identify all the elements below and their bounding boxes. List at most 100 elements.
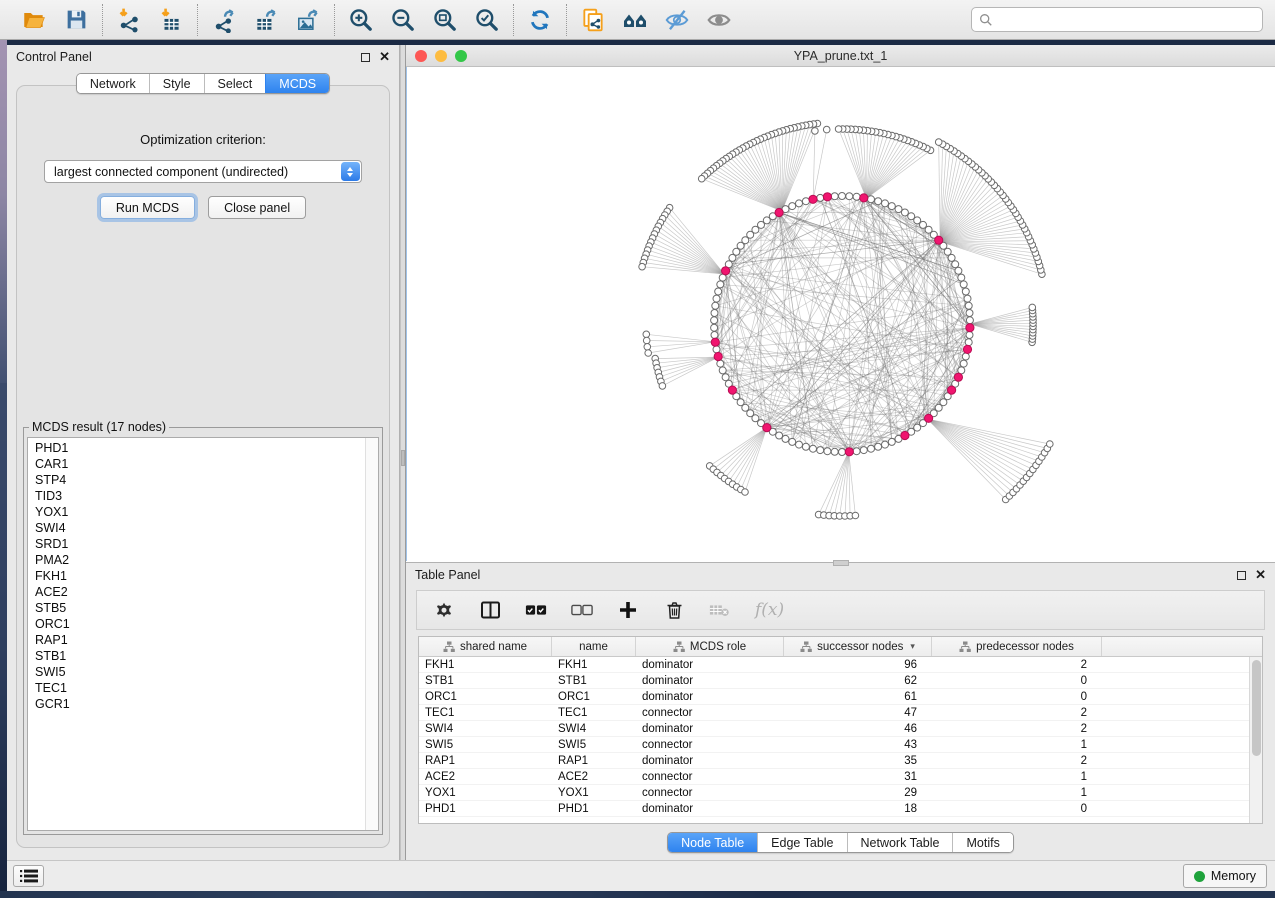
delete-column-icon[interactable]: [663, 599, 685, 621]
tab-select[interactable]: Select: [204, 74, 266, 93]
task-history-button[interactable]: [13, 865, 44, 887]
mcds-result-item[interactable]: STP4: [35, 472, 378, 488]
mcds-hub-node[interactable]: [722, 267, 730, 275]
ring-node[interactable]: [713, 295, 720, 302]
close-icon[interactable]: ✕: [379, 52, 390, 62]
mcds-result-item[interactable]: STB5: [35, 600, 378, 616]
ring-node[interactable]: [888, 438, 895, 445]
ring-node[interactable]: [875, 198, 882, 205]
ring-node[interactable]: [846, 193, 853, 200]
column-header-successor-nodes[interactable]: successor nodes▾: [784, 637, 932, 656]
ring-node[interactable]: [966, 310, 973, 317]
mcds-hub-node[interactable]: [775, 208, 783, 216]
ring-node[interactable]: [712, 302, 719, 309]
deselect-all-checkboxes-icon[interactable]: [571, 599, 593, 621]
add-column-icon[interactable]: [617, 599, 639, 621]
satellite-node[interactable]: [698, 175, 705, 182]
ring-node[interactable]: [817, 447, 824, 454]
open-folder-icon[interactable]: [21, 7, 47, 33]
satellite-node[interactable]: [645, 350, 652, 357]
ring-node[interactable]: [962, 288, 969, 295]
ring-node[interactable]: [952, 261, 959, 268]
table-row[interactable]: ACE2ACE2connector311: [419, 769, 1262, 785]
ring-node[interactable]: [860, 447, 867, 454]
mcds-result-item[interactable]: SWI5: [35, 664, 378, 680]
satellite-node[interactable]: [852, 512, 859, 519]
mcds-hub-node[interactable]: [809, 195, 817, 203]
window-close-icon[interactable]: [415, 50, 427, 62]
column-header-MCDS-role[interactable]: MCDS role: [636, 637, 784, 656]
ring-node[interactable]: [717, 281, 724, 288]
ring-node[interactable]: [733, 248, 740, 255]
mcds-hub-node[interactable]: [860, 194, 868, 202]
tab-style[interactable]: Style: [149, 74, 204, 93]
mcds-result-item[interactable]: SWI4: [35, 520, 378, 536]
ring-node[interactable]: [824, 448, 831, 455]
scrollbar-thumb[interactable]: [1252, 660, 1261, 756]
mcds-hub-node[interactable]: [728, 386, 736, 394]
ring-node[interactable]: [962, 353, 969, 360]
tab-network[interactable]: Network: [77, 74, 149, 93]
mcds-result-item[interactable]: ORC1: [35, 616, 378, 632]
ring-node[interactable]: [960, 360, 967, 367]
satellite-node[interactable]: [835, 126, 842, 133]
column-header-name[interactable]: name: [552, 637, 636, 656]
ring-node[interactable]: [789, 438, 796, 445]
ring-node[interactable]: [711, 317, 718, 324]
tab-mcds[interactable]: MCDS: [265, 74, 329, 93]
refresh-layout-icon[interactable]: [527, 7, 553, 33]
memory-button[interactable]: Memory: [1183, 864, 1267, 888]
window-minimize-icon[interactable]: [435, 50, 447, 62]
criterion-dropdown[interactable]: largest connected component (undirected): [44, 160, 362, 183]
column-header-predecessor-nodes[interactable]: predecessor nodes: [932, 637, 1102, 656]
ring-node[interactable]: [964, 295, 971, 302]
ring-node[interactable]: [853, 448, 860, 455]
table-tab-edge-table[interactable]: Edge Table: [757, 833, 846, 852]
ring-node[interactable]: [796, 441, 803, 448]
ring-node[interactable]: [965, 302, 972, 309]
ring-node[interactable]: [882, 441, 889, 448]
search-input[interactable]: [998, 12, 1255, 28]
ring-node[interactable]: [839, 193, 846, 200]
ring-node[interactable]: [737, 399, 744, 406]
network-canvas[interactable]: [406, 67, 1275, 561]
mcds-result-item[interactable]: CAR1: [35, 456, 378, 472]
window-maximize-icon[interactable]: [455, 50, 467, 62]
ring-node[interactable]: [789, 203, 796, 210]
table-tab-node-table[interactable]: Node Table: [668, 833, 757, 852]
mcds-hub-node[interactable]: [845, 448, 853, 456]
zoom-fit-icon[interactable]: [432, 7, 458, 33]
satellite-node[interactable]: [1047, 441, 1054, 448]
mcds-result-item[interactable]: PMA2: [35, 552, 378, 568]
table-row[interactable]: SWI5SWI5connector431: [419, 737, 1262, 753]
satellite-node[interactable]: [643, 337, 650, 344]
clone-network-icon[interactable]: [580, 7, 606, 33]
ring-node[interactable]: [782, 435, 789, 442]
ring-node[interactable]: [810, 445, 817, 452]
ring-node[interactable]: [711, 324, 718, 331]
ring-node[interactable]: [796, 200, 803, 207]
ring-node[interactable]: [948, 254, 955, 261]
mcds-result-item[interactable]: FKH1: [35, 568, 378, 584]
export-table-icon[interactable]: [253, 7, 279, 33]
zoom-out-icon[interactable]: [390, 7, 416, 33]
mcds-result-item[interactable]: ACE2: [35, 584, 378, 600]
splitter-handle-icon[interactable]: [401, 450, 405, 466]
binoculars-icon[interactable]: [622, 7, 648, 33]
result-list-scrollbar[interactable]: [365, 438, 378, 830]
ring-node[interactable]: [882, 200, 889, 207]
float-window-icon[interactable]: [361, 53, 370, 62]
satellite-node[interactable]: [935, 139, 942, 146]
column-header-shared-name[interactable]: shared name: [419, 637, 552, 656]
ring-node[interactable]: [868, 445, 875, 452]
mcds-hub-node[interactable]: [966, 324, 974, 332]
ring-node[interactable]: [802, 198, 809, 205]
float-window-icon[interactable]: [1237, 571, 1246, 580]
mcds-hub-node[interactable]: [901, 431, 909, 439]
save-icon[interactable]: [63, 7, 89, 33]
settings-gear-icon[interactable]: [433, 599, 455, 621]
select-all-checkboxes-icon[interactable]: [525, 599, 547, 621]
ring-node[interactable]: [711, 332, 718, 339]
close-panel-button[interactable]: Close panel: [208, 196, 306, 219]
ring-node[interactable]: [888, 203, 895, 210]
